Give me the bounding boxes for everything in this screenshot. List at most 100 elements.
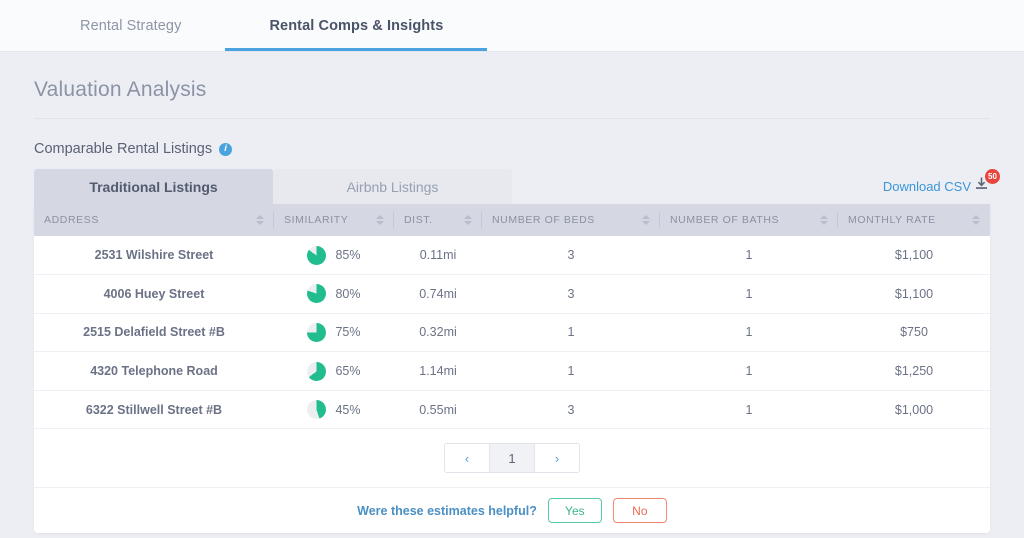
cell-beds: 3 <box>482 390 660 429</box>
download-icon-holder: 50 <box>975 177 988 196</box>
cell-baths: 1 <box>660 275 838 314</box>
cell-beds: 3 <box>482 275 660 314</box>
similarity-percent: 75% <box>335 325 360 339</box>
cell-similarity: 80% <box>274 275 394 314</box>
cell-distance: 0.32mi <box>394 313 482 352</box>
column-header-monthly-rate-label: MONTHLY RATE <box>848 214 936 226</box>
feedback-no-button[interactable]: No <box>613 498 667 523</box>
cell-address: 4006 Huey Street <box>34 275 274 314</box>
column-header-beds[interactable]: NUMBER OF BEDS <box>482 204 660 236</box>
listing-tabs: Traditional Listings Airbnb Listings <box>34 169 512 204</box>
column-header-distance-label: DIST. <box>404 214 433 226</box>
column-header-address-label: ADDRESS <box>44 214 99 226</box>
cell-address: 6322 Stillwell Street #B <box>34 390 274 429</box>
cell-monthly-rate: $1,100 <box>838 275 990 314</box>
cell-baths: 1 <box>660 390 838 429</box>
tab-airbnb-listings[interactable]: Airbnb Listings <box>273 169 512 204</box>
column-header-distance[interactable]: DIST. <box>394 204 482 236</box>
table-row[interactable]: 4320 Telephone Road65%1.14mi11$1,250 <box>34 352 990 391</box>
table-row[interactable]: 4006 Huey Street 80% 0.74mi31$1,100 <box>34 275 990 314</box>
column-header-address[interactable]: ADDRESS <box>34 204 274 236</box>
comparable-listings-card: ADDRESS SIMILARITY DIST. <box>34 204 990 533</box>
column-header-similarity-label: SIMILARITY <box>284 214 348 226</box>
pagination-prev-button[interactable]: ‹ <box>444 443 490 473</box>
column-header-beds-label: NUMBER OF BEDS <box>492 214 595 226</box>
page-title: Valuation Analysis <box>34 78 990 119</box>
pagination: ‹ 1 › <box>34 429 990 488</box>
listing-tab-bar: Traditional Listings Airbnb Listings Dow… <box>34 169 990 204</box>
comparable-listings-table: ADDRESS SIMILARITY DIST. <box>34 204 990 429</box>
table-row[interactable]: 2515 Delafield Street #B75%0.32mi11$750 <box>34 313 990 352</box>
cell-similarity: 45% <box>274 390 394 429</box>
listing-address: 2515 Delafield Street #B <box>83 325 225 339</box>
cell-beds: 1 <box>482 352 660 391</box>
sort-icon-distance[interactable] <box>464 215 472 225</box>
listing-address: 6322 Stillwell Street #B <box>86 403 222 417</box>
listing-address: 4006 Huey Street <box>104 287 205 301</box>
feedback-bar: Were these estimates helpful? Yes No <box>34 488 990 533</box>
tab-airbnb-listings-label: Airbnb Listings <box>347 179 439 195</box>
cell-monthly-rate: $1,100 <box>838 236 990 275</box>
cell-distance: 0.74mi <box>394 275 482 314</box>
cell-distance: 1.14mi <box>394 352 482 391</box>
cell-distance: 0.11mi <box>394 236 482 275</box>
cell-address: 2531 Wilshire Street <box>34 236 274 275</box>
similarity-pie-chart <box>307 246 326 265</box>
feedback-yes-button[interactable]: Yes <box>548 498 602 523</box>
cell-address: 4320 Telephone Road <box>34 352 274 391</box>
listing-address: 4320 Telephone Road <box>90 364 218 378</box>
sort-icon-baths[interactable] <box>820 215 828 225</box>
listing-address: 2531 Wilshire Street <box>95 248 214 262</box>
cell-baths: 1 <box>660 236 838 275</box>
feedback-question: Were these estimates helpful? <box>357 504 537 518</box>
table-header: ADDRESS SIMILARITY DIST. <box>34 204 990 236</box>
table-row[interactable]: 6322 Stillwell Street #B 45% 0.55mi31$1,00… <box>34 390 990 429</box>
tab-rental-comps-insights-label: Rental Comps & Insights <box>269 18 443 34</box>
tab-traditional-listings[interactable]: Traditional Listings <box>34 169 273 204</box>
cell-address: 2515 Delafield Street #B <box>34 313 274 352</box>
cell-monthly-rate: $1,250 <box>838 352 990 391</box>
pagination-page-1[interactable]: 1 <box>489 443 535 473</box>
table-header-row: ADDRESS SIMILARITY DIST. <box>34 204 990 236</box>
section-header-label: Comparable Rental Listings <box>34 141 212 157</box>
primary-tab-bar: Rental Strategy Rental Comps & Insights <box>0 0 1024 52</box>
similarity-percent: 85% <box>335 248 360 262</box>
column-header-monthly-rate[interactable]: MONTHLY RATE <box>838 204 990 236</box>
similarity-percent: 80% <box>335 287 360 301</box>
column-header-baths[interactable]: NUMBER OF BATHS <box>660 204 838 236</box>
similarity-percent: 65% <box>335 364 360 378</box>
tab-rental-comps-insights[interactable]: Rental Comps & Insights <box>225 0 487 51</box>
column-header-baths-label: NUMBER OF BATHS <box>670 214 779 226</box>
cell-monthly-rate: $1,000 <box>838 390 990 429</box>
info-icon[interactable]: i <box>219 143 232 156</box>
cell-baths: 1 <box>660 313 838 352</box>
pager-controls: ‹ 1 › <box>444 443 580 473</box>
sort-icon-address[interactable] <box>256 215 264 225</box>
similarity-pie-chart <box>307 400 326 419</box>
pagination-next-button[interactable]: › <box>534 443 580 473</box>
cell-beds: 1 <box>482 313 660 352</box>
download-csv-button[interactable]: Download CSV 50 <box>883 177 988 196</box>
tab-rental-strategy-label: Rental Strategy <box>80 18 181 34</box>
sort-icon-similarity[interactable] <box>376 215 384 225</box>
download-count-badge: 50 <box>985 169 1000 184</box>
cell-baths: 1 <box>660 352 838 391</box>
table-row[interactable]: 2531 Wilshire Street 85% 0.11mi31$1,100 <box>34 236 990 275</box>
sort-icon-monthly-rate[interactable] <box>972 215 980 225</box>
similarity-pie-chart <box>307 323 326 342</box>
section-header: Comparable Rental Listings i <box>34 141 990 157</box>
tab-traditional-listings-label: Traditional Listings <box>89 179 217 195</box>
cell-similarity: 85% <box>274 236 394 275</box>
sort-icon-beds[interactable] <box>642 215 650 225</box>
column-header-similarity[interactable]: SIMILARITY <box>274 204 394 236</box>
table-body: 2531 Wilshire Street85%0.11mi31$1,100400… <box>34 236 990 429</box>
download-csv-label: Download CSV <box>883 179 971 194</box>
cell-similarity: 65% <box>274 352 394 391</box>
similarity-percent: 45% <box>335 403 360 417</box>
cell-monthly-rate: $750 <box>838 313 990 352</box>
similarity-pie-chart <box>307 362 326 381</box>
cell-similarity: 75% <box>274 313 394 352</box>
tab-rental-strategy[interactable]: Rental Strategy <box>36 0 225 51</box>
cell-beds: 3 <box>482 236 660 275</box>
cell-distance: 0.55mi <box>394 390 482 429</box>
